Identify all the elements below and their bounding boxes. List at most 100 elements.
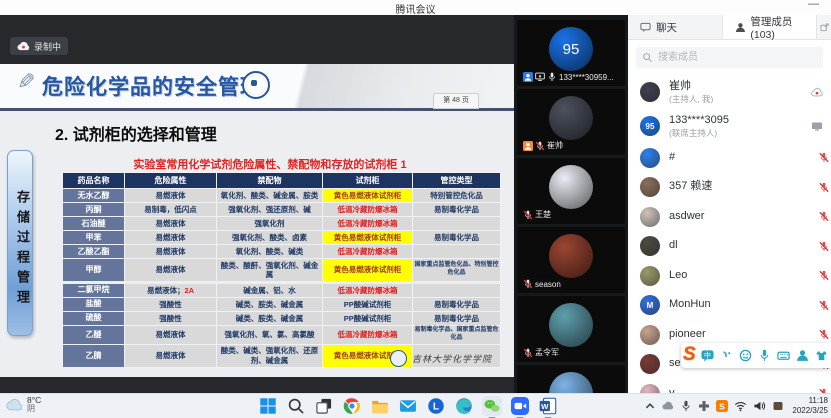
punct-icon[interactable] [720,349,733,362]
tray-wifi-icon[interactable] [734,400,747,412]
table-row: 甲苯易燃液体强氧化剂、酸类、卤素黄色易燃液体试剂柜易制毒化学品 [63,231,501,245]
cell-name: 丙酮 [63,203,125,217]
member-row[interactable]: MMonHun [628,291,831,321]
tab-chat-label: 聊天 [656,20,677,35]
clock-date: 2022/3/25 [792,406,828,416]
video-tile[interactable]: season [517,227,625,293]
video-tile[interactable]: 王楚 [517,158,625,224]
keyboard-icon[interactable] [777,349,790,362]
avatar [549,96,593,140]
taskbar-weather[interactable]: 8°C 阴 [6,396,41,414]
member-row[interactable]: 崔帅(主持人, 我) [628,75,831,109]
member-row[interactable]: # [628,143,831,173]
member-name: dl [669,239,678,253]
edge-icon[interactable] [454,396,474,416]
weather-condition: 阴 [27,405,41,414]
cell-cabinet: 黄色易燃液体试剂柜 [323,259,413,283]
emoji-icon[interactable] [739,349,752,362]
svg-text:中: 中 [704,350,711,359]
cell-hazard: 易燃液体 [125,344,217,367]
mail-icon[interactable] [398,396,418,416]
section-title: 2. 试剂柜的选择和管理 [55,121,217,145]
tray-cloud-icon[interactable] [662,400,674,412]
video-tile[interactable]: 崔帅 [517,89,625,155]
search-taskbar-icon[interactable] [286,396,306,416]
cell-cabinet: 低温冷藏防爆冰箱 [323,217,413,231]
table-header-cell: 危险属性 [125,173,217,189]
member-row[interactable]: 357 赖速 [628,173,831,203]
mic-muted-icon [523,210,533,220]
meeting-icon[interactable] [510,396,530,416]
avatar [640,354,660,374]
chrome-icon[interactable] [342,396,362,416]
minimize-button[interactable]: — [808,0,819,10]
window-titlebar: 腾讯会议 — [0,0,831,16]
cell-incompatible: 碱类、胺类、碱金属 [217,311,323,325]
table-header-cell: 管控类型 [413,173,501,189]
video-tile-label: 孟令军 [520,346,562,359]
video-tile[interactable]: 95133****30959... [517,20,625,86]
app-l-icon[interactable]: L [426,396,446,416]
taskbar-tray: S 11:18 2022/3/25 [644,396,828,416]
slide-title: 危险化学品的安全管理 [42,71,262,101]
cell-incompatible: 碱类、胺类、碱金属 [217,297,323,311]
zh-mode-icon[interactable]: 中 [701,349,714,362]
avatar [640,266,660,286]
skin-icon[interactable] [815,349,828,362]
weather-cloud-icon [6,399,23,411]
sogou-logo[interactable]: S [683,345,696,364]
side-panel: 聊天 管理成员(103) 崔帅(主持人, 我)95133****3095(联席主… [628,15,831,393]
wechat-icon[interactable] [482,396,502,416]
task-view-icon[interactable] [314,396,334,416]
panel-popout-icon[interactable] [817,15,831,39]
cell-hazard: 强酸性 [125,311,217,325]
member-row[interactable]: dl [628,232,831,262]
avatar [640,325,660,345]
cell-incompatible: 氧化剂、酸类、碱金属、胺类 [217,189,323,203]
voice-icon[interactable] [758,349,771,362]
member-search-input[interactable] [636,47,823,68]
avatar: M [640,295,660,315]
tray-mic-icon[interactable] [680,400,692,412]
member-row[interactable]: y [628,379,831,393]
member-row[interactable]: 95133****3095(联席主持人) [628,109,831,143]
cell-hazard: 易燃液体 [125,245,217,259]
word-icon[interactable]: W [538,396,558,416]
member-row[interactable]: asdwer [628,202,831,232]
avatar [549,303,593,347]
cell-incompatible: 强氧化剂 [217,217,323,231]
cell-cabinet: 低温冷藏防爆冰箱 [323,203,413,217]
cell-hazard: 强酸性 [125,297,217,311]
video-tile[interactable]: 孟令军 [517,296,625,362]
tab-chat[interactable]: 聊天 [628,15,723,39]
tab-members[interactable]: 管理成员(103) [723,15,818,39]
windows-start-icon[interactable] [258,396,278,416]
avatar [549,165,593,209]
sogou-input-toolbar: S 中 [681,343,831,368]
tray-sogou-icon[interactable]: S [716,400,728,412]
cell-name: 甲苯 [63,231,125,245]
cell-name: 无水乙醇 [63,189,125,203]
host-badge [523,141,533,151]
file-explorer-icon[interactable] [370,396,390,416]
member-row[interactable]: Leo [628,261,831,291]
tray-volume-icon[interactable] [753,400,766,412]
cell-name: 甲醇 [63,259,125,283]
tray-dpad-icon[interactable] [698,400,710,412]
avatar [640,207,660,227]
cell-name: 乙腈 [63,344,125,367]
cell-name: 二氯甲烷 [63,282,125,297]
cell-name: 乙酸乙酯 [63,245,125,259]
tray-device-icon[interactable] [772,400,784,412]
tray-expand-icon[interactable] [644,400,656,412]
account-icon[interactable] [796,349,809,362]
panel-tab-bar: 聊天 管理成员(103) [628,15,831,40]
cell-incompatible: 强氧化剂、氧、氯、高氯酸 [217,325,323,344]
taskbar-clock[interactable]: 11:18 2022/3/25 [792,396,828,416]
cell-control: 易制毒化学品 [413,231,501,245]
search-icon [642,52,653,63]
members-icon [735,22,746,33]
cell-incompatible: 强氧化剂、酸类、卤素 [217,231,323,245]
cell-incompatible: 氧化剂、酸类、碱类 [217,245,323,259]
member-name: 133****3095 [669,114,729,128]
